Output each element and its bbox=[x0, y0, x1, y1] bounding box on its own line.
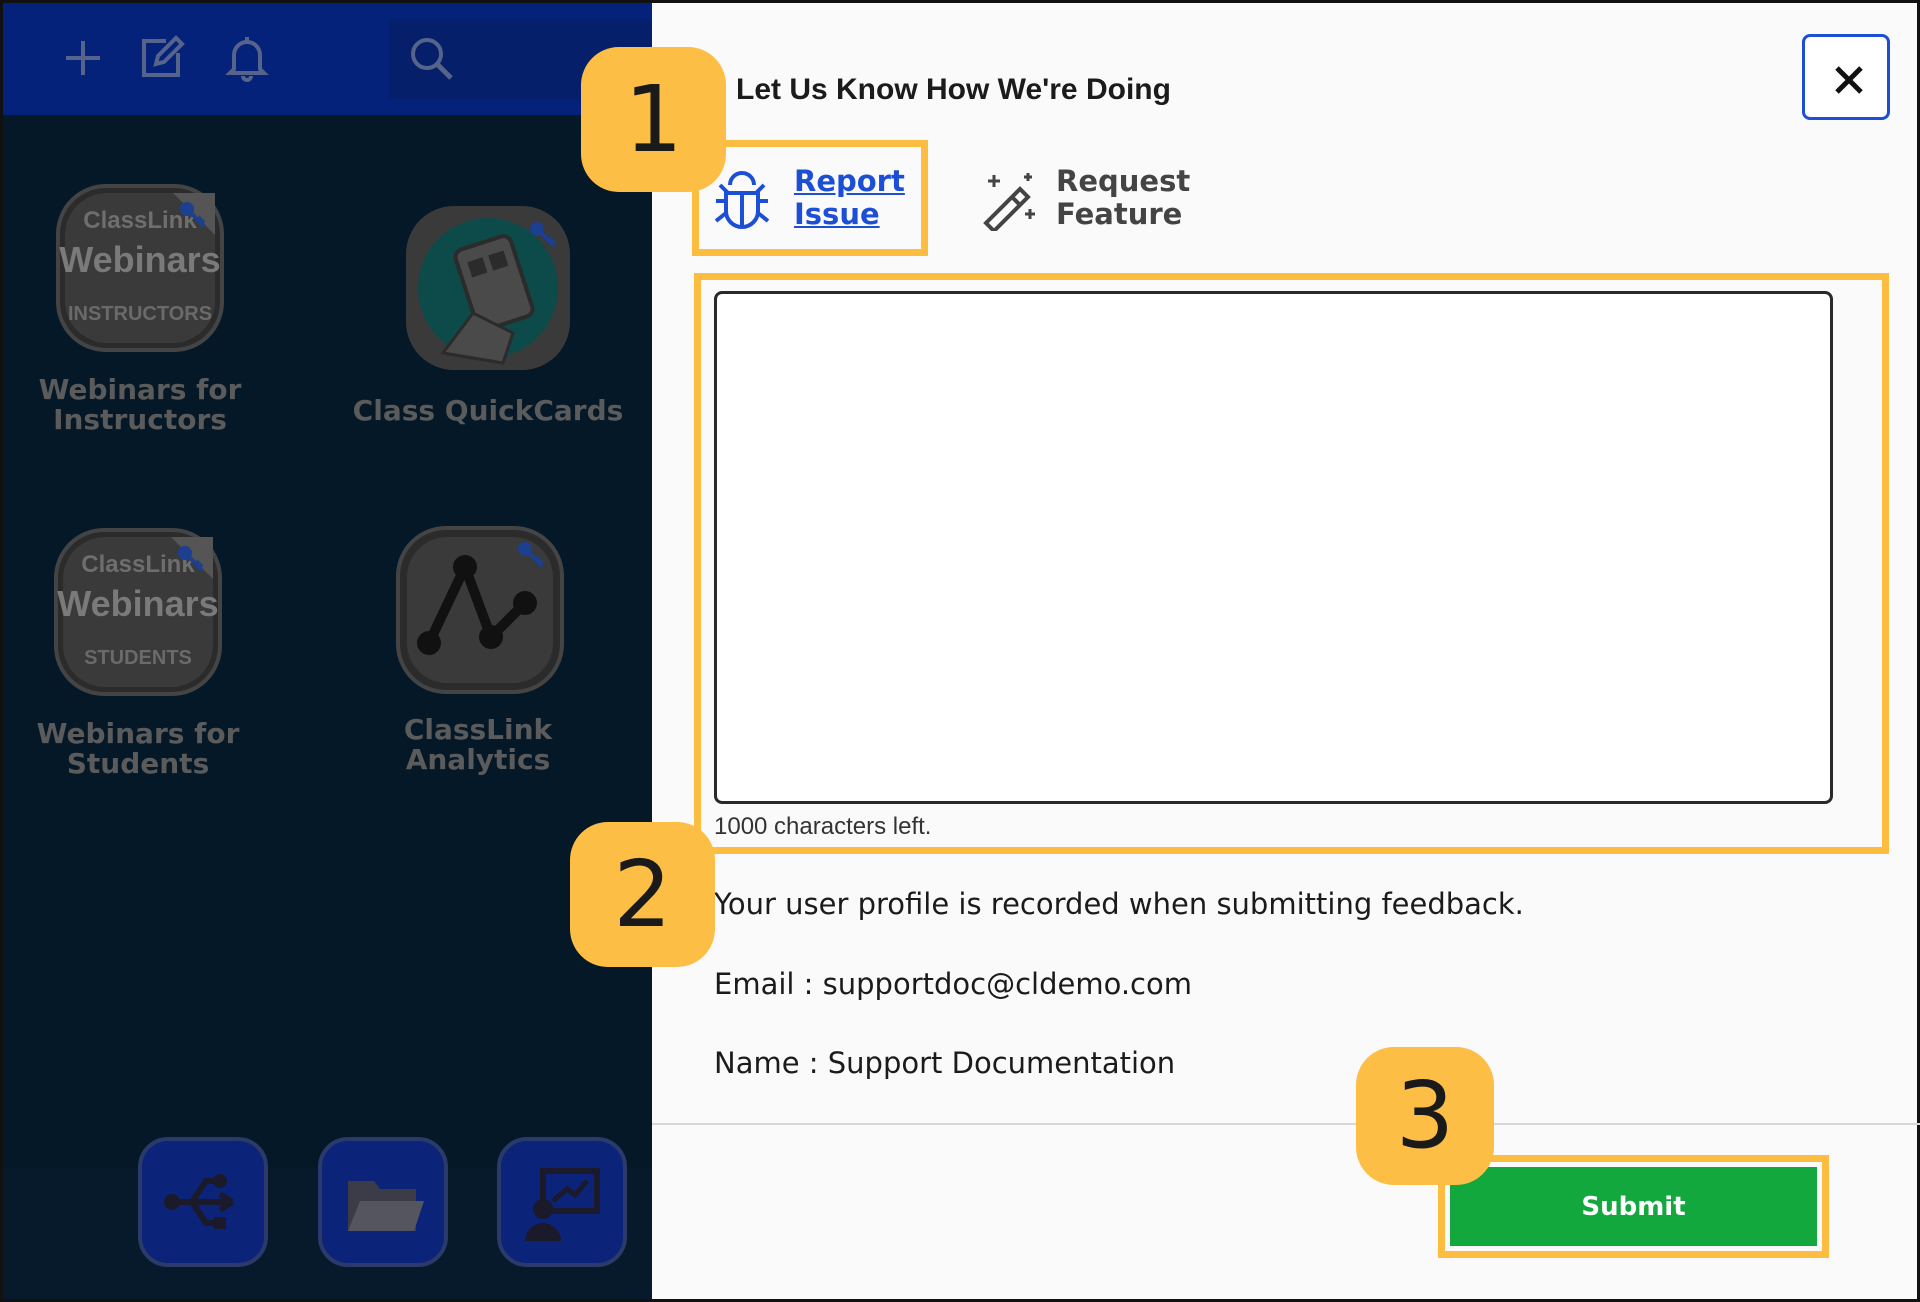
app-label: Webinars for Instructors bbox=[38, 373, 242, 436]
top-toolbar bbox=[3, 3, 652, 115]
feedback-textarea[interactable] bbox=[714, 291, 1833, 804]
presentation-button[interactable] bbox=[497, 1137, 627, 1267]
step-badge-1: 1 bbox=[581, 47, 726, 192]
search-icon bbox=[406, 33, 456, 83]
launchpad-background: ClassLink Webinars INSTRUCTORS Webinars … bbox=[0, 0, 652, 1302]
presentation-user-icon bbox=[521, 1163, 603, 1249]
badge-line2: Webinars bbox=[57, 583, 219, 624]
dialog-title: Let Us Know How We're Doing bbox=[736, 73, 1171, 106]
app-tile-classlink-analytics[interactable] bbox=[395, 525, 565, 695]
key-icon bbox=[515, 539, 545, 573]
app-tile-class-quickcards[interactable] bbox=[403, 203, 573, 373]
step-badge-2: 2 bbox=[570, 822, 715, 967]
char-count: 1000 characters left. bbox=[714, 813, 932, 840]
feedback-dialog: Let Us Know How We're Doing Report Issue… bbox=[652, 0, 1920, 1302]
share-button[interactable] bbox=[138, 1137, 268, 1267]
submit-button[interactable]: Submit bbox=[1450, 1167, 1817, 1246]
app-label: Webinars for Students bbox=[36, 717, 240, 780]
tab-report-issue[interactable]: Report Issue bbox=[714, 161, 914, 241]
key-icon bbox=[175, 543, 205, 577]
badge-line2: Webinars bbox=[59, 239, 221, 280]
close-icon bbox=[1835, 66, 1863, 94]
app-label: Class QuickCards bbox=[352, 394, 624, 427]
bug-icon bbox=[714, 171, 770, 235]
close-button[interactable] bbox=[1802, 34, 1890, 120]
name-line: Name : Support Documentation bbox=[714, 1046, 1176, 1080]
folder-icon bbox=[344, 1165, 426, 1251]
edit-icon[interactable] bbox=[136, 33, 186, 83]
badge-line3: INSTRUCTORS bbox=[67, 303, 213, 325]
key-icon bbox=[177, 199, 207, 233]
app-tile-webinars-students[interactable]: ClassLink Webinars STUDENTS bbox=[53, 527, 223, 697]
magic-wand-icon bbox=[980, 171, 1038, 235]
bell-icon[interactable] bbox=[222, 33, 272, 83]
tab-request-feature[interactable]: Request Feature bbox=[980, 161, 1200, 241]
email-line: Email : supportdoc@cldemo.com bbox=[714, 967, 1192, 1001]
app-tile-webinars-instructors[interactable]: ClassLink Webinars INSTRUCTORS bbox=[55, 183, 225, 353]
key-icon bbox=[527, 219, 557, 253]
plus-icon[interactable] bbox=[58, 33, 108, 83]
footer-divider bbox=[652, 1123, 1920, 1125]
profile-notice: Your user profile is recorded when submi… bbox=[714, 887, 1524, 921]
tab-report-issue-label: Report Issue bbox=[794, 164, 905, 231]
share-usb-icon bbox=[162, 1161, 244, 1247]
files-button[interactable] bbox=[318, 1137, 448, 1267]
tab-request-feature-label: Request Feature bbox=[1056, 164, 1191, 231]
badge-line3: STUDENTS bbox=[84, 647, 192, 669]
app-label: ClassLink Analytics bbox=[403, 713, 553, 776]
step-badge-3: 3 bbox=[1356, 1047, 1494, 1185]
